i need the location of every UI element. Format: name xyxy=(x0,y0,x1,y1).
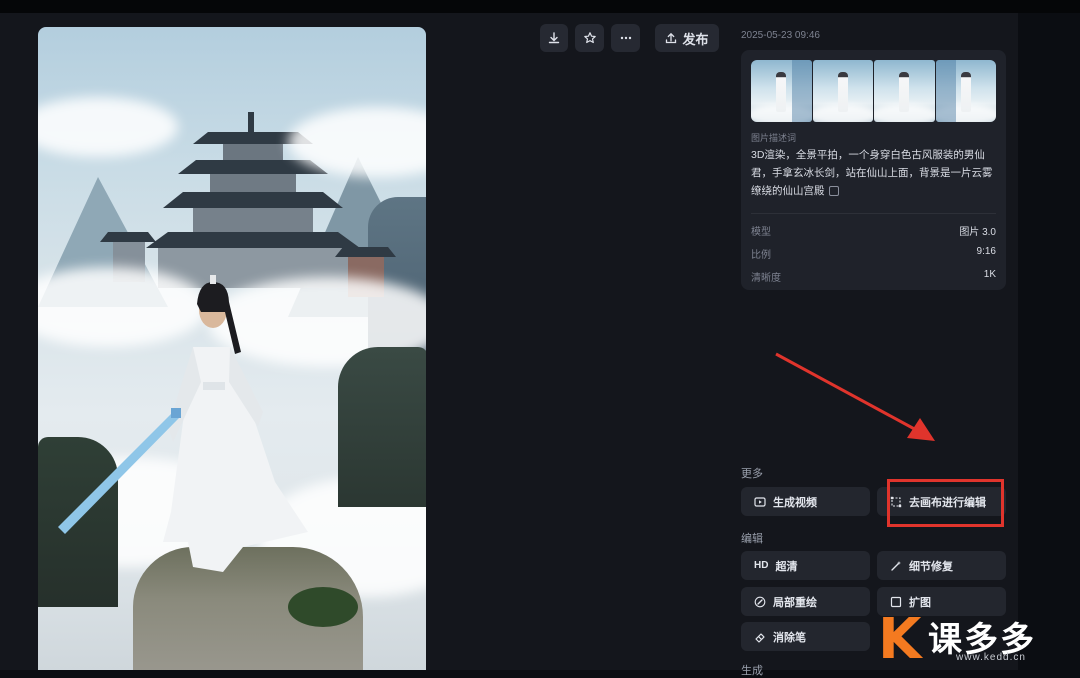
hd-icon: HD xyxy=(754,560,769,571)
upscale-label: 超清 xyxy=(775,560,798,573)
meta-value: 9:16 xyxy=(976,246,996,257)
meta-key: 模型 xyxy=(751,227,771,238)
detail-repair-button[interactable]: 细节修复 xyxy=(877,551,1006,580)
publish-label: 发布 xyxy=(682,31,709,47)
download-button[interactable] xyxy=(540,24,568,52)
upscale-button[interactable]: HD 超清 xyxy=(741,551,870,580)
watermark-logo: K 课多多 www.kedd.cn xyxy=(878,610,1080,670)
meta-value: 1K xyxy=(983,269,996,280)
star-icon xyxy=(583,32,596,44)
thumbnail[interactable] xyxy=(751,60,812,122)
meta-row-model: 模型 图片 3.0 xyxy=(751,223,996,238)
video-icon xyxy=(754,496,766,507)
generated-image[interactable] xyxy=(38,27,426,670)
upload-icon xyxy=(666,32,677,44)
section-title-next: 生成 xyxy=(741,665,763,677)
generate-video-button[interactable]: 生成视频 xyxy=(741,487,870,516)
thumbnail[interactable] xyxy=(935,60,996,122)
meta-key: 比例 xyxy=(751,250,771,261)
detail-repair-label: 细节修复 xyxy=(909,560,953,573)
thumbnail[interactable] xyxy=(812,60,873,122)
divider xyxy=(751,213,996,214)
watermark-url: www.kedd.cn xyxy=(956,652,1026,663)
pine-tree xyxy=(288,587,358,627)
thumbnail[interactable] xyxy=(874,60,935,122)
meta-value: 图片 3.0 xyxy=(959,227,996,238)
eraser-label: 消除笔 xyxy=(773,631,806,644)
watermark-k: K xyxy=(878,607,922,672)
meta-row-ratio: 比例 9:16 xyxy=(751,246,996,261)
right-edge xyxy=(1018,13,1080,670)
more-button[interactable] xyxy=(611,24,640,52)
top-bar xyxy=(0,0,1080,13)
meta-key: 清晰度 xyxy=(751,273,781,284)
more-icon xyxy=(620,36,631,40)
magic-wand-icon xyxy=(891,560,901,571)
favorite-button[interactable] xyxy=(575,24,604,52)
annotation-highlight-box xyxy=(887,479,1004,527)
info-card: 图片描述词 3D渲染，全景平拍，一个身穿白色古风服装的男仙君，手拿玄冰长剑，站在… xyxy=(741,50,1006,290)
timestamp: 2025-05-23 09:46 xyxy=(741,30,820,41)
expand-icon xyxy=(890,596,902,607)
eraser-button[interactable]: 消除笔 xyxy=(741,622,870,651)
meta-row-resolution: 清晰度 1K xyxy=(751,269,996,284)
section-title-edit: 编辑 xyxy=(741,533,763,545)
download-icon xyxy=(548,32,560,44)
thumbnail-strip xyxy=(751,60,996,122)
eraser-icon xyxy=(755,632,765,643)
annotation-arrow xyxy=(775,352,935,441)
description-label: 图片描述词 xyxy=(751,133,797,143)
publish-button[interactable]: 发布 xyxy=(655,24,719,52)
description-text: 3D渲染，全景平拍，一个身穿白色古风服装的男仙君，手拿玄冰长剑，站在仙山上面，背… xyxy=(751,146,996,200)
inpaint-label: 局部重绘 xyxy=(773,596,817,609)
immortal-figure xyxy=(58,275,308,572)
section-title-more: 更多 xyxy=(741,468,763,480)
inpaint-button[interactable]: 局部重绘 xyxy=(741,587,870,616)
brush-icon xyxy=(754,596,766,607)
prompt-text: 3D渲染，全景平拍，一个身穿白色古风服装的男仙君，手拿玄冰长剑，站在仙山上面，背… xyxy=(751,149,993,197)
generate-video-label: 生成视频 xyxy=(773,496,817,509)
copy-icon[interactable] xyxy=(828,186,839,197)
